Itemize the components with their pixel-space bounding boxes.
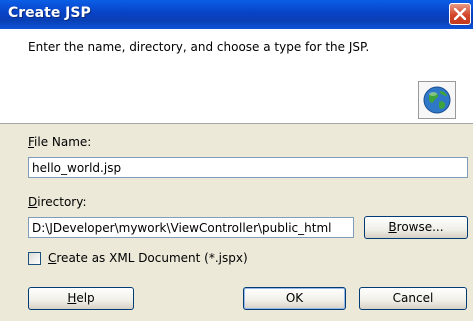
close-icon [454,8,466,20]
dialog-title: Create JSP [8,5,91,21]
browse-button[interactable]: Browse... [364,216,468,239]
create-jsp-dialog: Create JSP Enter the name, directory, an… [0,0,473,321]
file-name-label: File Name: [28,135,92,149]
close-button[interactable] [449,3,471,25]
header-panel: Enter the name, directory, and choose a … [0,29,473,124]
create-as-xml-checkbox[interactable] [28,252,41,265]
globe-jsp-icon [418,81,456,119]
header-description: Enter the name, directory, and choose a … [28,40,370,54]
cancel-button[interactable]: Cancel [359,287,467,310]
help-button[interactable]: Help [28,287,134,310]
create-as-xml-label[interactable]: Create as XML Document (*.jspx) [48,251,248,265]
directory-input[interactable] [28,217,354,238]
ok-button[interactable]: OK [243,287,346,310]
title-bar[interactable]: Create JSP [0,0,473,29]
file-name-input[interactable] [28,157,468,178]
directory-label: Directory: [28,195,87,209]
